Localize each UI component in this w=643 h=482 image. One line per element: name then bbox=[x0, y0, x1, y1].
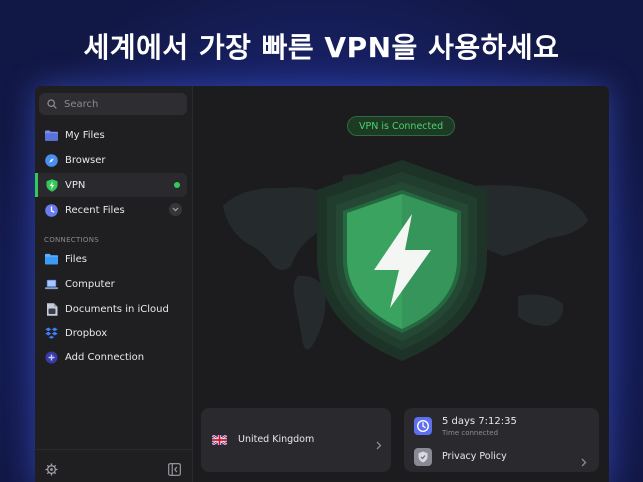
chevron-right-icon bbox=[581, 452, 587, 471]
sidebar-item-dropbox[interactable]: Dropbox bbox=[35, 321, 187, 345]
dropbox-icon bbox=[45, 327, 58, 340]
sidebar-item-label: Computer bbox=[65, 278, 115, 290]
sidebar-item-label: Recent Files bbox=[65, 204, 125, 216]
document-icon bbox=[45, 302, 58, 316]
vpn-status-badge: VPN is Connected bbox=[347, 116, 456, 136]
privacy-policy-link[interactable]: Privacy Policy bbox=[404, 445, 599, 470]
compass-icon bbox=[45, 153, 58, 167]
sidebar-item-files[interactable]: Files bbox=[35, 247, 187, 271]
sidebar-item-label: Files bbox=[65, 253, 87, 265]
session-duration: 5 days 7:12:35 bbox=[442, 416, 517, 427]
plus-circle-icon bbox=[45, 351, 58, 364]
app-window: Search My Files Browser VPN Recent Files… bbox=[35, 86, 609, 482]
connections-section-label: CONNECTIONS bbox=[44, 236, 100, 244]
sidebar-item-my-files[interactable]: My Files bbox=[35, 123, 187, 147]
collapse-sidebar-icon[interactable] bbox=[168, 461, 181, 480]
add-connection-button[interactable]: Add Connection bbox=[35, 345, 187, 369]
laptop-icon bbox=[45, 278, 58, 291]
uk-flag-icon bbox=[212, 434, 227, 445]
privacy-shield-icon bbox=[414, 448, 432, 470]
sidebar: Search My Files Browser VPN Recent Files… bbox=[35, 86, 193, 482]
sidebar-item-computer[interactable]: Computer bbox=[35, 272, 187, 296]
timer-clock-icon bbox=[414, 417, 432, 439]
gear-icon[interactable] bbox=[45, 461, 58, 480]
session-caption: Time connected bbox=[442, 429, 499, 437]
chevron-right-icon bbox=[376, 435, 382, 454]
shield-bolt-icon bbox=[45, 178, 58, 192]
search-icon bbox=[47, 99, 57, 109]
sidebar-item-label: Documents in iCloud bbox=[65, 303, 169, 315]
sidebar-item-documents-icloud[interactable]: Documents in iCloud bbox=[35, 297, 187, 321]
clock-icon bbox=[45, 203, 58, 217]
location-country: United Kingdom bbox=[238, 434, 315, 445]
sidebar-item-browser[interactable]: Browser bbox=[35, 148, 187, 172]
sidebar-item-label: Dropbox bbox=[65, 327, 108, 339]
headline: 세계에서 가장 빠른 VPN을 사용하세요 bbox=[83, 31, 560, 64]
sidebar-item-label: Add Connection bbox=[65, 351, 145, 363]
sidebar-item-label: VPN bbox=[65, 179, 86, 191]
main-panel: VPN is Connected United Kingdom 5 days 7… bbox=[193, 86, 609, 482]
search-input[interactable]: Search bbox=[39, 93, 187, 115]
chevron-down-icon[interactable] bbox=[169, 203, 182, 216]
sidebar-item-recent-files[interactable]: Recent Files bbox=[35, 198, 187, 222]
search-placeholder: Search bbox=[64, 98, 99, 110]
folder-icon bbox=[45, 129, 58, 142]
connection-info-card: 5 days 7:12:35 Time connected Privacy Po… bbox=[404, 408, 599, 472]
location-selector-card[interactable]: United Kingdom bbox=[201, 408, 391, 472]
folder-icon bbox=[45, 253, 58, 266]
sidebar-item-label: Browser bbox=[65, 154, 106, 166]
vpn-shield-emblem bbox=[317, 160, 487, 361]
sidebar-footer bbox=[35, 449, 193, 482]
sidebar-item-label: My Files bbox=[65, 129, 105, 141]
privacy-policy-label: Privacy Policy bbox=[442, 451, 507, 462]
active-indicator bbox=[35, 173, 38, 197]
connected-status-dot bbox=[174, 182, 180, 188]
sidebar-item-vpn[interactable]: VPN bbox=[35, 173, 187, 197]
